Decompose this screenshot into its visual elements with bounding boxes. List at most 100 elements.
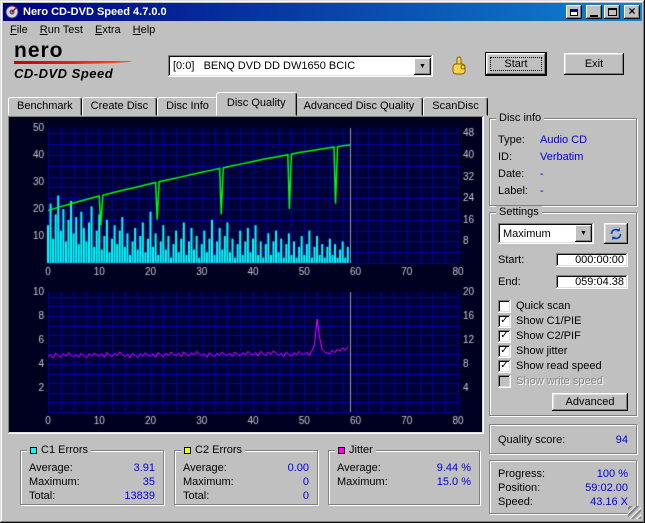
jitter-title-text: Jitter (349, 444, 373, 456)
checkbox-show-c1-pie[interactable]: ✓ Show C1/PIE (498, 314, 581, 328)
menu-file[interactable]: File (4, 22, 34, 38)
c2-total-label: Total: (183, 489, 210, 502)
c1-total-value: 13839 (124, 489, 155, 502)
checkbox-quick-scan[interactable]: Quick scan (498, 299, 570, 313)
c2-maximum-label: Maximum: (183, 475, 234, 488)
titlebar-extra-button[interactable] (566, 5, 582, 19)
settings-group: Settings Maximum ▼ Start: 000:00:00 End:… (489, 206, 637, 416)
app-icon (5, 5, 19, 19)
maximize-button[interactable] (604, 5, 620, 19)
quality-chart-canvas (10, 118, 482, 432)
resize-grip[interactable] (628, 506, 641, 519)
disc-info-title: Disc info (496, 112, 545, 124)
disc-type-value: Audio CD (540, 133, 588, 146)
c2-errors-group: C2 Errors Average: 0.00 Maximum: 0 Total: 0 (174, 444, 318, 505)
disc-info-group: Disc info Type: Audio CD ID: Verbatim Date… (489, 112, 637, 206)
tab-strip: Benchmark Create Disc Disc Info Disc Qua… (8, 92, 488, 116)
close-button[interactable]: × (624, 5, 640, 19)
checkbox-box[interactable] (498, 299, 511, 313)
menu-run-test[interactable]: Run Test (34, 22, 89, 38)
c1-maximum-label: Maximum: (29, 475, 80, 488)
exit-button[interactable]: Exit (564, 53, 624, 75)
c2-average-value: 0.00 (287, 461, 309, 474)
drive-select-value: [0:0] BENQ DVD DD DW1650 BCIC (173, 60, 356, 72)
menu-extra[interactable]: Extra (89, 22, 127, 38)
tab-create-disc[interactable]: Create Disc (81, 97, 158, 116)
menubar: File Run Test Extra Help (3, 21, 642, 39)
scan-start-label: Start: (498, 253, 525, 266)
window-doc-icon (570, 8, 578, 16)
close-icon: × (628, 4, 636, 18)
tab-disc-quality[interactable]: Disc Quality (215, 92, 297, 116)
disc-type-label: Type: (498, 133, 525, 146)
scan-end-label: End: (498, 275, 521, 288)
jitter-legend-swatch (338, 446, 345, 454)
c1-errors-title: C1 Errors (27, 444, 92, 456)
position-value: 59:02.00 (585, 481, 628, 494)
tab-advanced-disc-quality[interactable]: Advanced Disc Quality (294, 97, 424, 116)
window-title: Nero CD-DVD Speed 4.7.0.0 (23, 6, 167, 18)
disc-date-label: Date: (498, 167, 525, 180)
disc-id-value: Verbatim (540, 150, 584, 163)
speed-select[interactable]: Maximum ▼ (498, 223, 594, 244)
minimize-button[interactable] (586, 5, 602, 19)
checkbox-box[interactable]: ✓ (498, 329, 511, 343)
start-button[interactable]: Start (485, 52, 547, 76)
checkbox-show-read-speed[interactable]: ✓ Show read speed (498, 359, 602, 373)
settings-title: Settings (496, 206, 542, 218)
exit-button-label: Exit (584, 58, 604, 70)
chevron-down-icon[interactable]: ▼ (414, 57, 431, 75)
chevron-down-icon[interactable]: ▼ (575, 225, 592, 242)
scan-start-field[interactable]: 000:00:00 (556, 252, 628, 267)
c2-legend-swatch (184, 446, 191, 454)
menu-help[interactable]: Help (127, 22, 162, 38)
c1-errors-title-text: C1 Errors (41, 444, 89, 456)
checkbox-show-jitter[interactable]: ✓ Show jitter (498, 344, 567, 358)
c2-errors-title-text: C2 Errors (195, 444, 243, 456)
tab-scandisc[interactable]: ScanDisc (423, 97, 488, 116)
disc-id-label: ID: (498, 150, 513, 163)
drive-select[interactable]: [0:0] BENQ DVD DD DW1650 BCIC ▼ (168, 55, 433, 77)
scan-end-field[interactable]: 059:04.38 (556, 274, 628, 289)
jitter-average-label: Average: (337, 461, 381, 474)
checkbox-box[interactable]: ✓ (498, 314, 511, 328)
disc-date-value: - (540, 167, 544, 180)
advanced-button[interactable]: Advanced (552, 393, 628, 411)
titlebar[interactable]: Nero CD-DVD Speed 4.7.0.0 × (3, 3, 642, 21)
eject-hand-button[interactable] (446, 53, 472, 79)
c1-maximum-value: 35 (142, 475, 155, 488)
checkbox-box[interactable]: ✓ (498, 359, 511, 373)
quality-chart-panel (8, 116, 484, 434)
speed-label: Speed: (498, 495, 533, 508)
refresh-icon (610, 227, 622, 240)
jitter-maximum-value: 15.0 % (436, 475, 471, 488)
tab-disc-info[interactable]: Disc Info (157, 97, 218, 116)
advanced-button-label: Advanced (565, 396, 615, 408)
disc-label-label: Label: (498, 184, 528, 197)
quality-score-label: Quality score: (498, 433, 566, 446)
checkbox-label: Show write speed (516, 375, 603, 387)
progress-value: 100 % (596, 467, 628, 480)
checkbox-label: Quick scan (516, 300, 571, 312)
c1-total-label: Total: (29, 489, 56, 502)
c1-average-label: Average: (29, 461, 73, 474)
jitter-title: Jitter (335, 444, 376, 456)
checkbox-show-write-speed: Show write speed (498, 374, 603, 388)
jitter-maximum-label: Maximum: (337, 475, 388, 488)
refresh-button[interactable] (604, 223, 628, 244)
c2-average-label: Average: (183, 461, 227, 474)
checkbox-show-c2-pif[interactable]: ✓ Show C2/PIF (498, 329, 581, 343)
quality-score-value: 94 (615, 433, 628, 446)
app-window: Nero CD-DVD Speed 4.7.0.0 × File Run Tes… (0, 0, 645, 523)
checkbox-box[interactable]: ✓ (498, 344, 511, 358)
speed-value: 43.16 X (590, 495, 628, 508)
c1-average-value: 3.91 (133, 461, 155, 474)
start-button-label: Start (504, 58, 528, 70)
checkbox-box (498, 374, 511, 388)
cdspeed-logo-text: CD-DVD Speed (14, 66, 114, 81)
progress-group: Progress: 100 % Position: 59:02.00 Speed: 4… (489, 460, 637, 514)
nero-logo-text: nero (14, 39, 64, 62)
tab-benchmark[interactable]: Benchmark (8, 97, 82, 116)
c2-errors-title: C2 Errors (181, 444, 246, 456)
position-label: Position: (498, 481, 541, 494)
